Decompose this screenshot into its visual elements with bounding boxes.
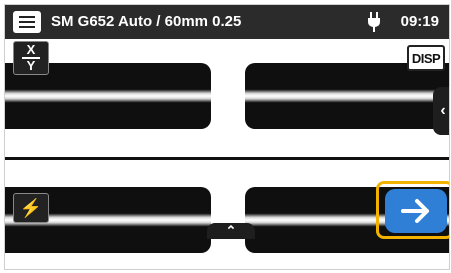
chevron-up-icon: ⌃ xyxy=(225,223,237,238)
menu-icon-line xyxy=(19,16,35,18)
page-title: SM G652 Auto / 60mm 0.25 xyxy=(51,13,242,30)
splicer-screen: SM G652 Auto / 60mm 0.25 09:19 X Y DISP … xyxy=(4,4,450,270)
xy-x-label: X xyxy=(26,42,36,57)
next-button[interactable] xyxy=(385,189,447,233)
display-button[interactable]: DISP xyxy=(407,45,445,71)
xy-y-label: Y xyxy=(26,58,36,73)
side-panel-tab[interactable]: ‹ xyxy=(433,87,449,135)
view-divider xyxy=(5,157,449,160)
arc-icon: ⚡ xyxy=(19,197,43,218)
arrow-right-icon xyxy=(401,199,429,223)
top-bar: SM G652 Auto / 60mm 0.25 09:19 xyxy=(5,5,449,39)
next-button-highlight xyxy=(376,181,449,239)
fiber-right-upper xyxy=(245,63,449,129)
menu-icon-line xyxy=(19,21,35,23)
menu-button[interactable] xyxy=(13,11,41,33)
power-plug-icon xyxy=(368,12,380,32)
menu-icon-line xyxy=(19,26,35,28)
chevron-left-icon: ‹ xyxy=(440,102,446,119)
bottom-panel-tab[interactable]: ⌃ xyxy=(207,223,255,239)
clock: 09:19 xyxy=(400,13,439,30)
xy-switch-button[interactable]: X Y xyxy=(13,41,49,75)
arc-button[interactable]: ⚡ xyxy=(13,193,49,223)
